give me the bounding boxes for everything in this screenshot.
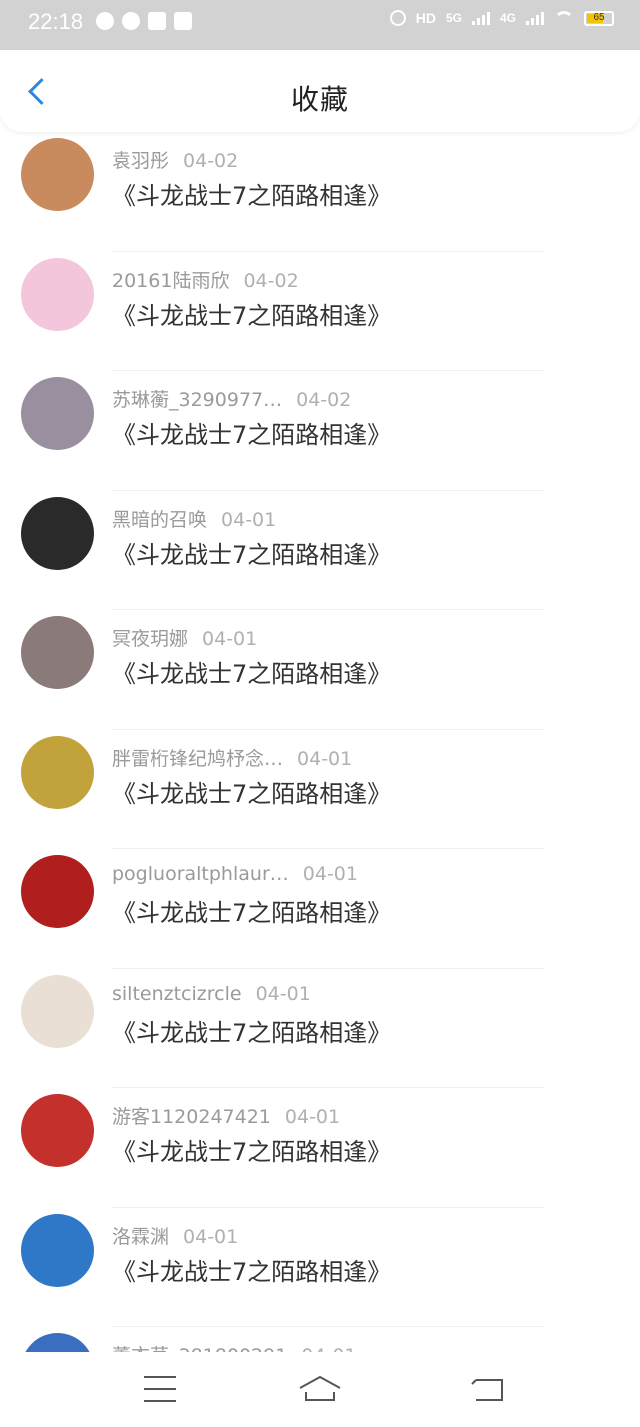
item-title: 《斗龙战士7之陌路相逢》 xyxy=(112,1257,392,1286)
user-name: 黑暗的召唤 xyxy=(112,508,208,531)
system-nav-bar xyxy=(0,1352,640,1427)
network-5g-label: 5G xyxy=(445,11,462,25)
item-date: 04-01 xyxy=(183,1225,239,1248)
chat-bubble-icon xyxy=(122,12,140,30)
item-date: 04-02 xyxy=(296,389,352,411)
avatar[interactable] xyxy=(21,974,94,1048)
avatar[interactable] xyxy=(21,1213,94,1287)
item-meta: 袁羽彤 04-02 xyxy=(112,146,238,173)
network-4g-label: 4G xyxy=(499,11,516,25)
avatar[interactable] xyxy=(21,377,94,450)
user-name: 洛霖渊 xyxy=(112,1225,170,1248)
item-meta: 黑暗的召唤 04-01 xyxy=(112,505,276,532)
user-name: 游客1120247421 xyxy=(112,1106,271,1128)
list-item[interactable]: 苏琳蘅_3290977… 04-02 《斗龙战士7之陌路相逢》 xyxy=(0,371,640,491)
item-meta: siltenztcizrcle 04-01 xyxy=(112,983,311,1005)
app-face-icon xyxy=(148,12,166,30)
item-date: 04-01 xyxy=(255,982,311,1005)
list-item[interactable]: siltenztcizrcle 04-01 《斗龙战士7之陌路相逢》 xyxy=(0,969,640,1088)
user-name: pogluoraltphlaur… xyxy=(112,863,289,885)
status-time: 22:18 xyxy=(28,9,84,34)
back-icon[interactable] xyxy=(470,1374,506,1404)
item-title: 《斗龙战士7之陌路相逢》 xyxy=(112,1138,392,1166)
item-title: 《斗龙战士7之陌路相逢》 xyxy=(112,899,392,927)
battery-percent: 65 xyxy=(593,11,605,23)
menu-icon[interactable] xyxy=(144,1376,176,1402)
list-item[interactable]: 冥夜玥娜 04-01 《斗龙战士7之陌路相逢》 xyxy=(0,610,640,730)
avatar[interactable] xyxy=(21,616,94,689)
wechat-icon xyxy=(96,12,114,30)
user-name: siltenztcizrcle xyxy=(112,982,242,1005)
avatar[interactable] xyxy=(21,1333,94,1352)
home-icon[interactable] xyxy=(298,1374,342,1404)
item-title: 《斗龙战士7之陌路相逢》 xyxy=(112,540,392,569)
paw-icon xyxy=(174,12,192,30)
item-meta: 胖雷桁锋纪鸠杼念… 04-01 xyxy=(112,744,352,771)
item-title: 《斗龙战士7之陌路相逢》 xyxy=(112,301,392,330)
item-date: 04-01 xyxy=(202,628,258,650)
item-title: 《斗龙战士7之陌路相逢》 xyxy=(112,779,392,808)
system-icons: HD 5G 4G 65 xyxy=(389,10,614,26)
item-date: 04-02 xyxy=(243,269,299,292)
avatar[interactable] xyxy=(21,257,94,331)
status-bar: 22:18 HD 5G 4G 65 xyxy=(0,0,640,50)
user-name: 胖雷桁锋纪鸠杼念… xyxy=(112,747,284,770)
user-name: 薰衣草_381800291 xyxy=(112,1345,287,1352)
battery-icon: 65 xyxy=(584,10,614,26)
item-meta: pogluoraltphlaur… 04-01 xyxy=(112,863,358,885)
item-meta: 苏琳蘅_3290977… 04-02 xyxy=(112,385,351,412)
item-title: 《斗龙战士7之陌路相逢》 xyxy=(112,660,392,688)
avatar[interactable] xyxy=(21,496,94,570)
item-date: 04-02 xyxy=(183,150,239,172)
avatar[interactable] xyxy=(21,138,94,211)
item-title: 《斗龙战士7之陌路相逢》 xyxy=(112,421,392,449)
hd-label: HD xyxy=(415,10,436,26)
item-date: 04-01 xyxy=(284,1106,341,1128)
avatar[interactable] xyxy=(21,1094,94,1167)
item-date: 04-01 xyxy=(301,1345,356,1352)
page-title: 收藏 xyxy=(290,83,349,116)
list-item[interactable]: 黑暗的召唤 04-01 《斗龙战士7之陌路相逢》 xyxy=(0,491,640,610)
avatar[interactable] xyxy=(21,855,94,928)
list-item[interactable]: 游客1120247421 04-01 《斗龙战士7之陌路相逢》 xyxy=(0,1088,640,1208)
item-title: 《斗龙战士7之陌路相逢》 xyxy=(112,1018,392,1047)
list-item[interactable]: 20161陆雨欣 04-02 《斗龙战士7之陌路相逢》 xyxy=(0,252,640,371)
item-date: 04-01 xyxy=(302,863,358,885)
list-item[interactable]: 胖雷桁锋纪鸠杼念… 04-01 《斗龙战士7之陌路相逢》 xyxy=(0,730,640,849)
notification-icons xyxy=(96,12,192,30)
item-meta: 20161陆雨欣 04-02 xyxy=(112,266,299,293)
item-meta: 洛霖渊 04-01 xyxy=(112,1222,238,1249)
header-bar: 收藏 xyxy=(0,50,640,132)
list-item[interactable]: 薰衣草_38180029104-01《斗龙战士7之陌路相逢》 xyxy=(0,1327,640,1352)
list-item[interactable]: 袁羽彤 04-02 《斗龙战士7之陌路相逢》 xyxy=(0,132,640,252)
item-meta: 冥夜玥娜 04-01 xyxy=(112,624,257,651)
signal-4g-icon xyxy=(526,11,544,25)
item-meta: 游客1120247421 04-01 xyxy=(112,1102,340,1129)
item-date: 04-01 xyxy=(221,508,277,531)
signal-5g-icon xyxy=(471,11,490,25)
alarm-icon xyxy=(389,10,406,26)
wifi-icon xyxy=(554,11,574,25)
item-date: 04-01 xyxy=(297,747,353,770)
user-name: 袁羽彤 xyxy=(112,150,170,172)
user-name: 冥夜玥娜 xyxy=(112,628,189,650)
item-meta: 薰衣草_381800291 04-01 xyxy=(112,1341,357,1352)
user-name: 20161陆雨欣 xyxy=(112,269,230,292)
user-name: 苏琳蘅_3290977… xyxy=(112,389,283,411)
item-title: 《斗龙战士7之陌路相逢》 xyxy=(112,182,392,210)
list-item[interactable]: pogluoraltphlaur… 04-01 《斗龙战士7之陌路相逢》 xyxy=(0,849,640,969)
list-item[interactable]: 洛霖渊 04-01 《斗龙战士7之陌路相逢》 xyxy=(0,1208,640,1327)
avatar[interactable] xyxy=(21,735,94,809)
favorites-list[interactable]: 袁羽彤 04-02 《斗龙战士7之陌路相逢》 20161陆雨欣 04-02 《斗龙战士7之… xyxy=(0,132,640,1352)
